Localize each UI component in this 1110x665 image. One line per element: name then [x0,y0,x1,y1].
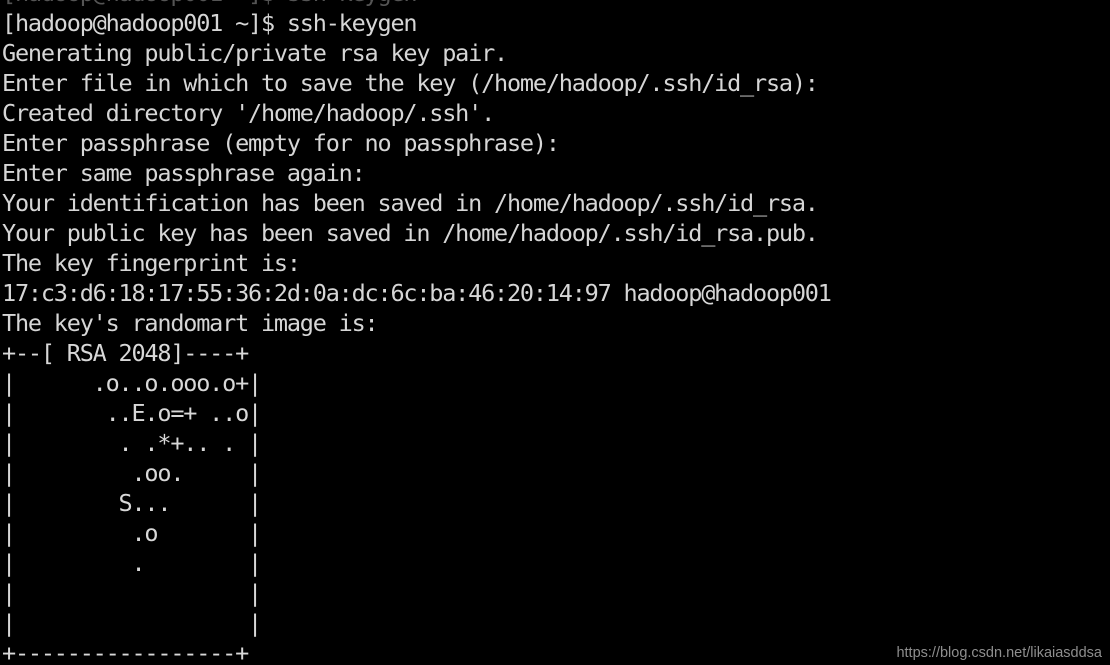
terminal-screen: [hadoop@hadoop001 ~]$ ssh-keygen [hadoop… [0,0,1110,665]
terminal-line-fingerprint-label: The key fingerprint is: [2,249,301,277]
terminal-window[interactable]: [hadoop@hadoop001 ~]$ ssh-keygen [hadoop… [0,0,1110,665]
randomart-top-border: +--[ RSA 2048]----+ [2,339,249,367]
terminal-line-enter-passphrase: Enter passphrase (empty for no passphras… [2,129,560,157]
terminal-line-identification-saved: Your identification has been saved in /h… [2,189,819,217]
randomart-row-1: | .o..o.ooo.o+| [2,369,262,397]
terminal-line-generating: Generating public/private rsa key pair. [2,39,508,67]
terminal-line-clipped: [hadoop@hadoop001 ~]$ ssh-keygen [0,0,1110,8]
randomart-row-5: | S... | [2,489,262,517]
terminal-line-created-directory: Created directory '/home/hadoop/.ssh'. [2,99,495,127]
terminal-line-enter-same-passphrase: Enter same passphrase again: [2,159,366,187]
terminal-line-enter-file: Enter file in which to save the key (/ho… [2,69,819,97]
randomart-row-9: | | [2,609,262,637]
terminal-line-public-key-saved: Your public key has been saved in /home/… [2,219,819,247]
randomart-row-4: | .oo. | [2,459,262,487]
randomart-row-3: | . .*+.. . | [2,429,262,457]
randomart-row-6: | .o | [2,519,262,547]
randomart-row-7: | . | [2,549,262,577]
randomart-row-2: | ..E.o=+ ..o| [2,399,262,427]
terminal-line-randomart-label: The key's randomart image is: [2,309,379,337]
terminal-line-command: [hadoop@hadoop001 ~]$ ssh-keygen [2,9,418,37]
watermark-text: https://blog.csdn.net/likaiasddsa [896,645,1102,661]
terminal-line-fingerprint-value: 17:c3:d6:18:17:55:36:2d:0a:dc:6c:ba:46:2… [2,279,832,307]
randomart-row-8: | | [2,579,262,607]
